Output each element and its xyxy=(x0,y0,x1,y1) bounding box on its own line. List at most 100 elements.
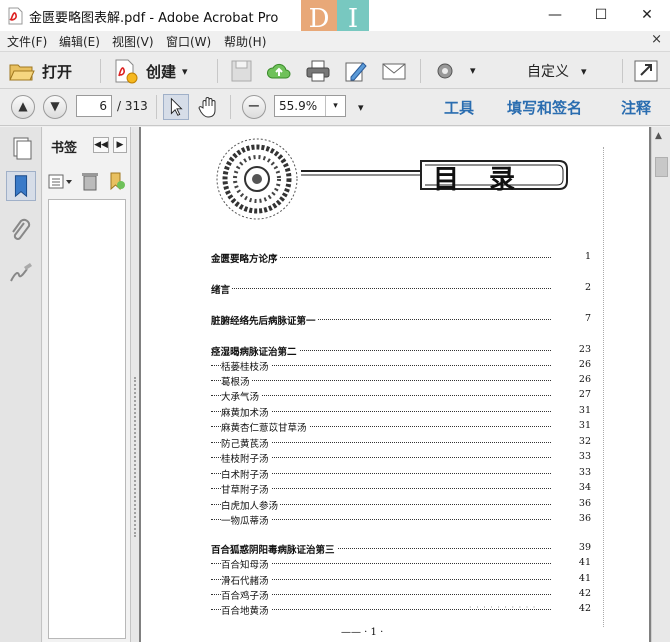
select-cursor-icon[interactable] xyxy=(163,94,189,120)
menu-view[interactable]: 视图(V) xyxy=(112,33,154,50)
title-bar: 金匮要略图表解.pdf - Adobe Acrobat Pro D I — ☐ … xyxy=(0,0,670,38)
page-footer: —— · 1 · xyxy=(341,627,384,638)
bookmarks-toolbar xyxy=(43,167,131,197)
toc-entry-label: 脏腑经络先后病脉证第一 xyxy=(211,313,318,327)
zoom-select[interactable]: 55.9% ▾ xyxy=(274,95,346,117)
new-bookmark-icon[interactable] xyxy=(107,171,127,191)
toc-entry: 百合狐惑阴阳毒病脉证治第三 39 xyxy=(141,542,649,556)
menu-bar: 文件(F) 编辑(E) 视图(V) 窗口(W) 帮助(H) × xyxy=(0,31,670,51)
toc-title: 目录 xyxy=(433,165,546,195)
save-icon[interactable] xyxy=(229,59,255,83)
toc-entry: 白术附子汤 33 xyxy=(141,467,649,481)
comment-link[interactable]: 注释 xyxy=(621,97,651,118)
menu-help[interactable]: 帮助(H) xyxy=(224,33,266,50)
toc-entry-label: 滑石代赭汤 xyxy=(221,573,271,587)
toc-entry-page: 31 xyxy=(551,420,591,431)
attachments-icon[interactable] xyxy=(6,217,36,247)
toc-entry-label: 百合地黄汤 xyxy=(221,603,271,617)
trash-icon[interactable] xyxy=(81,171,99,191)
signatures-icon[interactable] xyxy=(6,259,36,289)
gear-icon[interactable] xyxy=(432,59,458,83)
toc-entry: 麻黄加术汤 31 xyxy=(141,405,649,419)
toc-entry-label: 甘草附子汤 xyxy=(221,482,271,496)
toc-entry-page: 36 xyxy=(551,498,591,509)
menu-file[interactable]: 文件(F) xyxy=(7,33,47,50)
cloud-upload-icon[interactable] xyxy=(266,59,292,83)
toc-entry-label: 金匮要略方论序 xyxy=(211,251,280,265)
menu-edit[interactable]: 编辑(E) xyxy=(59,33,100,50)
scroll-up-arrow-icon[interactable]: ▲ xyxy=(655,131,662,141)
toc-entry-page: 41 xyxy=(551,573,591,584)
email-icon[interactable] xyxy=(381,59,407,83)
zoom-value: 55.9% xyxy=(279,99,318,113)
chevron-down-icon: ▾ xyxy=(182,64,188,78)
toc-entry-label: 痉湿暍病脉证治第二 xyxy=(211,344,299,358)
toc-entry-label: 百合知母汤 xyxy=(221,557,271,571)
print-icon[interactable] xyxy=(305,59,331,83)
page-number-input[interactable]: 6 xyxy=(76,95,112,117)
fill-and-sign-link[interactable]: 填写和签名 xyxy=(507,97,582,118)
toc-entry-label: 白虎加人参汤 xyxy=(221,498,281,512)
tools-link[interactable]: 工具 xyxy=(444,97,474,118)
open-button[interactable]: 打开 xyxy=(8,57,72,85)
toc-entry-label: 白术附子汤 xyxy=(221,467,271,481)
maximize-button[interactable]: ☐ xyxy=(578,0,624,31)
panel-forward-button[interactable]: ▶ xyxy=(113,137,127,153)
minimize-button[interactable]: — xyxy=(532,0,578,31)
toolbar-divider xyxy=(100,59,101,83)
toc-dot-leader xyxy=(211,380,585,381)
menu-window[interactable]: 窗口(W) xyxy=(166,33,211,50)
close-document-button[interactable]: × xyxy=(651,32,662,47)
document-view[interactable]: 目录 金匮要略方论序 1 绪言 2 脏腑经络先后病脉证第一 7 痉湿暍病脉证治第二 23 栝蒌桂… xyxy=(139,127,651,642)
toc-entry: 麻黄杏仁薏苡甘草汤 31 xyxy=(141,420,649,434)
next-page-button[interactable]: ▼ xyxy=(43,95,67,119)
toc-entry-page: 1 xyxy=(551,251,591,262)
toc-entry: 脏腑经络先后病脉证第一 7 xyxy=(141,313,649,327)
create-button[interactable]: 创建 ▾ xyxy=(112,57,188,85)
toc-entry: 痉湿暍病脉证治第二 23 xyxy=(141,344,649,358)
bookmarks-panel: 书签 ◀◀ ▶ xyxy=(43,127,131,642)
scrollbar-thumb[interactable] xyxy=(655,157,668,177)
previous-page-button[interactable]: ▲ xyxy=(11,95,35,119)
toc-entry-label: 百合鸡子汤 xyxy=(221,588,271,602)
zoom-out-button[interactable]: − xyxy=(242,95,266,119)
close-button[interactable]: ✕ xyxy=(624,0,670,31)
toc-entry-page: 41 xyxy=(551,557,591,568)
bleed-through-text: · · · · · · · · · · xyxy=(469,603,537,612)
pdf-page: 目录 金匮要略方论序 1 绪言 2 脏腑经络先后病脉证第一 7 痉湿暍病脉证治第二 23 栝蒌桂… xyxy=(141,127,649,642)
page-thumbnails-icon[interactable] xyxy=(6,133,36,163)
collapse-panel-button[interactable]: ◀◀ xyxy=(93,137,109,153)
toc-entry: 滑石代赭汤 41 xyxy=(141,573,649,587)
panel-splitter[interactable] xyxy=(131,127,139,642)
toc-entry-page: 26 xyxy=(551,374,591,385)
toc-entry-label: 栝蒌桂枝汤 xyxy=(221,359,271,373)
chevron-down-icon[interactable]: ▾ xyxy=(325,96,345,116)
create-pdf-icon xyxy=(115,59,138,84)
more-tools-chevron-icon[interactable]: ▾ xyxy=(358,101,364,114)
toc-entry-page: 33 xyxy=(551,451,591,462)
toc-entry: 百合知母汤 41 xyxy=(141,557,649,571)
settings-chevron-icon[interactable]: ▾ xyxy=(470,64,476,77)
toc-dot-leader xyxy=(211,395,585,396)
ornamental-seal-image xyxy=(216,138,298,220)
open-label: 打开 xyxy=(42,62,73,81)
hand-tool-icon[interactable] xyxy=(196,94,222,120)
toc-entry: 一物瓜蒂汤 36 xyxy=(141,513,649,527)
toc-entry-page: 26 xyxy=(551,359,591,370)
fullscreen-icon[interactable] xyxy=(633,59,659,83)
toc-entry: 绪言 2 xyxy=(141,282,649,296)
bookmark-options-icon[interactable] xyxy=(48,173,74,191)
toc-entry: 百合鸡子汤 42 xyxy=(141,588,649,602)
toc-entry-label: 防己黄芪汤 xyxy=(221,436,271,450)
toc-entry-page: 32 xyxy=(551,436,591,447)
customize-button[interactable]: 自定义 ▾ xyxy=(527,57,587,85)
toolbar-divider xyxy=(217,59,218,83)
toc-entry-label: 一物瓜蒂汤 xyxy=(221,513,271,527)
toc-entry: 桂枝附子汤 33 xyxy=(141,451,649,465)
edit-document-icon[interactable] xyxy=(343,59,369,83)
toc-entry-page: 2 xyxy=(551,282,591,293)
bookmarks-icon[interactable] xyxy=(6,171,36,201)
toc-entry-label: 绪言 xyxy=(211,282,233,296)
bookmarks-list[interactable] xyxy=(48,199,126,639)
vertical-scrollbar[interactable]: ▲ xyxy=(651,127,670,642)
